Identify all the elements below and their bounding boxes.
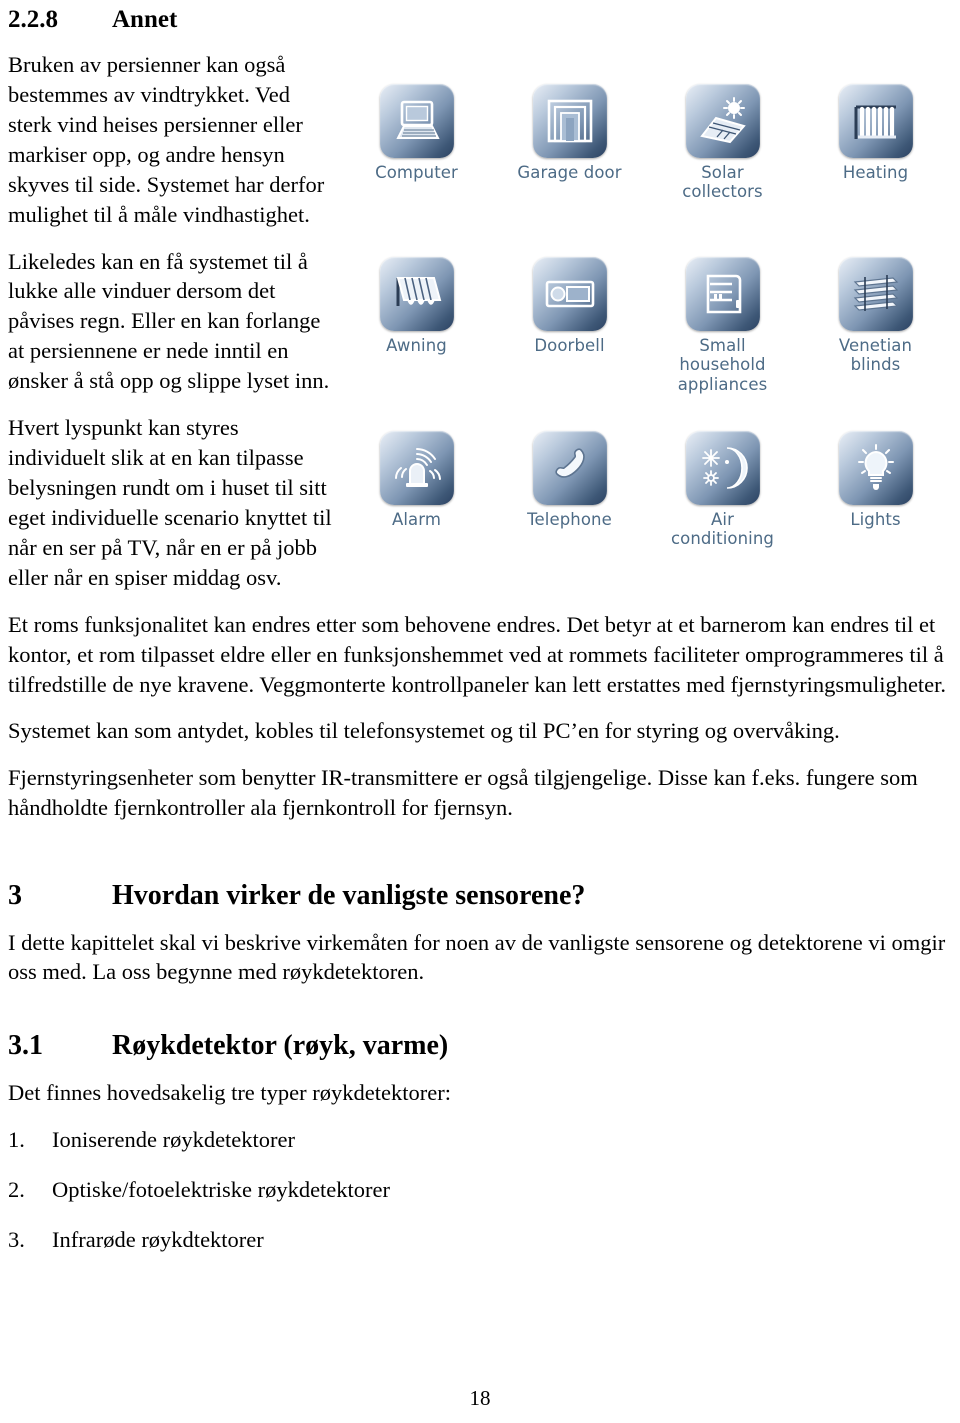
- icon-cell-air-conditioning: Air conditioning: [646, 423, 799, 596]
- appliances-icon: [685, 257, 760, 332]
- heading-number: 3.1: [8, 1030, 43, 1062]
- heading-number: 3: [8, 880, 22, 912]
- smoke-detector-type-list: 1. Ioniserende røykdetektorer 2. Optiske…: [8, 1125, 952, 1255]
- list-item: 3. Infrarøde røykdtektorer: [8, 1225, 952, 1255]
- heading-title: Røykdetektor (røyk, varme): [112, 1030, 449, 1062]
- icon-cell-venetian-blinds: Venetian blinds: [799, 249, 952, 422]
- icon-label: Telephone: [527, 509, 612, 529]
- venetian-blinds-icon: [838, 257, 913, 332]
- section-3-intro: I dette kapittelet skal vi beskrive virk…: [8, 929, 946, 985]
- icon-label: Venetian blinds: [838, 336, 913, 375]
- paragraph-2: Likeledes kan en få systemet til å lukke…: [8, 248, 330, 394]
- paragraph-1: Bruken av persienner kan også bestemmes …: [8, 52, 325, 227]
- paragraph-5: Systemet kan som antydet, kobles til tel…: [8, 718, 840, 744]
- icon-cell-computer: Computer: [340, 76, 493, 249]
- icon-label: Doorbell: [534, 336, 605, 356]
- document-page: 2.2.8 Annet Computer Garage door Solar c…: [0, 0, 960, 1423]
- section-3-1-lead: Det finnes hovedsakelig tre typer røykde…: [8, 1079, 451, 1105]
- icon-label: Heating: [842, 163, 909, 182]
- heading-number: 2.2.8: [8, 6, 58, 33]
- heading-3: 3 Hvordan virker de vanligste sensorene?: [8, 880, 952, 911]
- list-item-text: Optiske/fotoelektriske røykdetektorer: [52, 1176, 391, 1202]
- alarm-siren-icon: [379, 430, 454, 505]
- heading-title: Annet: [112, 6, 178, 33]
- air-conditioning-icon: [685, 430, 760, 505]
- icon-label: Solar collectors: [682, 163, 763, 202]
- icon-label: Lights: [850, 509, 901, 529]
- icon-label: Air conditioning: [670, 509, 774, 548]
- list-marker: 1.: [8, 1126, 25, 1152]
- list-item-text: Ioniserende røykdetektorer: [52, 1126, 296, 1152]
- lightbulb-icon: [838, 430, 913, 505]
- list-item-text: Infrarøde røykdtektorer: [52, 1226, 264, 1252]
- icon-label: Small household appliances: [677, 336, 768, 394]
- icon-cell-doorbell: Doorbell: [493, 249, 646, 422]
- doorbell-icon: [532, 257, 607, 332]
- icon-cell-lights: Lights: [799, 423, 952, 596]
- icon-cell-garage-door: Garage door: [493, 76, 646, 249]
- list-marker: 2.: [8, 1176, 25, 1202]
- icon-cell-small-household-appliances: Small household appliances: [646, 249, 799, 422]
- telephone-handset-icon: [532, 430, 607, 505]
- paragraph-4: Et roms funksjonalitet kan endres etter …: [8, 611, 947, 697]
- awning-icon: [379, 257, 454, 332]
- list-marker: 3.: [8, 1226, 25, 1252]
- icon-label: Computer: [375, 163, 458, 182]
- list-item: 2. Optiske/fotoelektriske røykdetektorer: [8, 1175, 952, 1205]
- heading-3-1: 3.1 Røykdetektor (røyk, varme): [8, 1030, 952, 1061]
- icon-cell-telephone: Telephone: [493, 423, 646, 596]
- home-automation-icon-figure: Computer Garage door Solar collectors He…: [340, 76, 952, 596]
- icon-cell-awning: Awning: [340, 249, 493, 422]
- page-number: 18: [469, 1386, 491, 1410]
- icon-label: Alarm: [391, 509, 442, 529]
- icon-label: Awning: [386, 336, 447, 356]
- paragraph-6: Fjernstyringsenheter som benytter IR-tra…: [8, 765, 918, 821]
- icon-grid: Computer Garage door Solar collectors He…: [340, 76, 952, 596]
- icon-cell-heating: Heating: [799, 76, 952, 249]
- solar-collectors-icon: [685, 84, 760, 158]
- icon-label: Garage door: [517, 163, 622, 182]
- icon-cell-solar-collectors: Solar collectors: [646, 76, 799, 249]
- icon-cell-alarm: Alarm: [340, 423, 493, 596]
- list-item: 1. Ioniserende røykdetektorer: [8, 1125, 952, 1155]
- garage-door-icon: [532, 84, 607, 158]
- computer-icon: [379, 84, 454, 158]
- radiator-icon: [838, 84, 913, 158]
- heading-2-2-8: 2.2.8 Annet: [8, 6, 952, 34]
- heading-title: Hvordan virker de vanligste sensorene?: [112, 880, 586, 912]
